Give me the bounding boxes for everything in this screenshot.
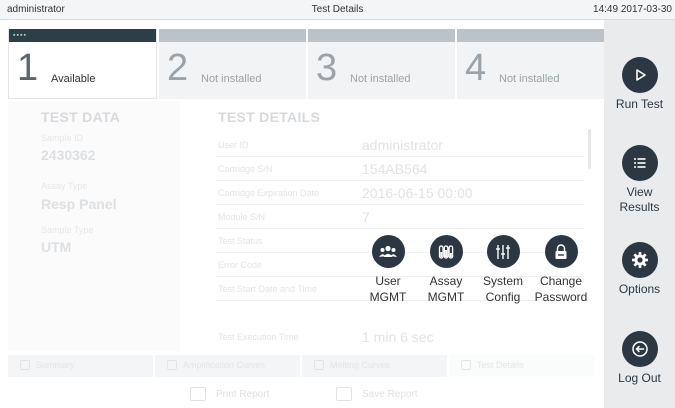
- log-out-label: Log Out: [618, 371, 661, 385]
- tab-label: Melting Curves: [330, 360, 391, 370]
- details-scrollbar[interactable]: [588, 129, 591, 169]
- change-password-button[interactable]: Change Password: [531, 235, 591, 305]
- log-out-button[interactable]: Log Out: [604, 331, 675, 386]
- run-test-button[interactable]: Run Test: [604, 57, 675, 112]
- module-number: 4: [465, 47, 487, 89]
- detail-value: administrator: [362, 137, 443, 153]
- assay-mgmt-label: Assay MGMT: [427, 274, 465, 304]
- print-report-button[interactable]: Print Report: [190, 387, 270, 401]
- module-label: Available: [51, 73, 96, 85]
- module-label: Not installed: [350, 73, 411, 85]
- tubes-icon: [429, 235, 463, 268]
- module-number: 2: [167, 47, 189, 89]
- assay-mgmt-button[interactable]: Assay MGMT: [416, 235, 476, 305]
- detail-label: Cartridge S/N: [218, 164, 273, 174]
- detail-label: Module S/N: [218, 212, 266, 222]
- detail-label: Test Execution Time: [218, 332, 299, 342]
- assay-type-label: Assay Type: [41, 181, 88, 191]
- module-tab-2[interactable]: 2 Not installed: [159, 29, 306, 99]
- detail-value: 1 min 6 sec: [362, 329, 434, 345]
- side-navigation: Run Test View Results Options Log Out: [604, 20, 675, 408]
- gear-icon: [621, 242, 658, 278]
- report-actions: Print Report Save Report: [8, 385, 594, 407]
- detail-label: Cartridge Expiration Date: [218, 188, 320, 198]
- module-tabs: ▪▪▪▪ 1 Available 2 Not installed 3 Not i…: [8, 29, 604, 99]
- module-status-strip: [308, 29, 455, 42]
- tab-label: Amplification Curves: [183, 360, 266, 370]
- status-bar: administrator Test Details 14:49 2017-03…: [0, 0, 675, 20]
- view-results-label: View Results: [619, 185, 660, 214]
- test-data-panel: TEST DATA Sample ID 2430362 Assay Type R…: [8, 101, 180, 351]
- options-button[interactable]: Options: [604, 242, 675, 297]
- detail-label: Test Status: [218, 236, 263, 246]
- module-status-strip: [159, 29, 306, 42]
- module-status-strip: [457, 29, 604, 42]
- detail-label: User ID: [218, 140, 249, 150]
- module-label: Not installed: [499, 73, 560, 85]
- detail-value: 2016-06-15 00:00: [362, 185, 473, 201]
- clock: 14:49 2017-03-30: [593, 4, 672, 15]
- module-tab-3[interactable]: 3 Not installed: [308, 29, 455, 99]
- sample-id-label: Sample ID: [41, 133, 84, 143]
- view-results-button[interactable]: View Results: [604, 145, 675, 215]
- module-status-strip: ▪▪▪▪: [9, 29, 156, 42]
- logout-icon: [621, 331, 658, 367]
- screen-title: Test Details: [311, 4, 364, 15]
- printer-icon: [190, 387, 206, 401]
- user-mgmt-label: User MGMT: [369, 274, 407, 304]
- run-test-label: Run Test: [615, 97, 664, 111]
- summary-icon: [20, 360, 30, 370]
- users-icon: [371, 235, 405, 268]
- detail-row: Module S/N 7: [216, 207, 584, 229]
- test-data-title: TEST DATA: [41, 109, 121, 125]
- save-report-button[interactable]: Save Report: [336, 387, 418, 401]
- details-icon: [461, 360, 471, 370]
- curve-icon: [314, 360, 324, 370]
- module-tab-1[interactable]: ▪▪▪▪ 1 Available: [8, 29, 157, 99]
- curve-icon: [167, 360, 177, 370]
- sliders-icon: [486, 235, 520, 268]
- module-label: Not installed: [201, 73, 262, 85]
- module-number: 1: [17, 47, 39, 89]
- detail-row: Test Execution Time 1 min 6 sec: [216, 327, 584, 349]
- play-icon: [621, 57, 658, 93]
- tab-melting-curves[interactable]: Melting Curves: [302, 355, 447, 377]
- save-report-label: Save Report: [362, 389, 418, 400]
- test-details-title: TEST DETAILS: [218, 109, 321, 125]
- system-config-label: System Config: [482, 274, 523, 304]
- detail-label: Error Code: [218, 260, 263, 270]
- detail-value: 154AB564: [362, 161, 428, 177]
- detail-row: Cartridge S/N 154AB564: [216, 159, 584, 181]
- result-tabs: Summary Amplification Curves Melting Cur…: [8, 355, 594, 377]
- tab-summary[interactable]: Summary: [8, 355, 153, 377]
- save-icon: [336, 387, 352, 401]
- tab-label: Summary: [36, 360, 75, 370]
- sample-type-value: UTM: [41, 239, 72, 255]
- tab-label: Test Details: [477, 360, 524, 370]
- sample-id-value: 2430362: [41, 147, 96, 163]
- detail-row: User ID administrator: [216, 135, 584, 157]
- module-number: 3: [316, 47, 338, 89]
- module-tab-4[interactable]: 4 Not installed: [457, 29, 604, 99]
- tab-test-details[interactable]: Test Details: [449, 355, 594, 377]
- options-label: Options: [618, 282, 661, 296]
- change-password-label: Change Password: [534, 274, 588, 304]
- list-icon: [621, 145, 658, 181]
- detail-label: Test Start Date and Time: [218, 284, 318, 294]
- options-menu: User MGMT Assay MGMT System Config Chang…: [358, 235, 593, 317]
- detail-value: 7: [362, 209, 370, 225]
- user-mgmt-button[interactable]: User MGMT: [358, 235, 418, 305]
- system-config-button[interactable]: System Config: [473, 235, 533, 305]
- sample-type-label: Sample Type: [41, 225, 94, 235]
- lock-icon: [544, 235, 578, 268]
- tab-amplification-curves[interactable]: Amplification Curves: [155, 355, 300, 377]
- detail-row: Cartridge Expiration Date 2016-06-15 00:…: [216, 183, 584, 205]
- assay-type-value: Resp Panel: [41, 196, 117, 212]
- print-report-label: Print Report: [216, 389, 270, 400]
